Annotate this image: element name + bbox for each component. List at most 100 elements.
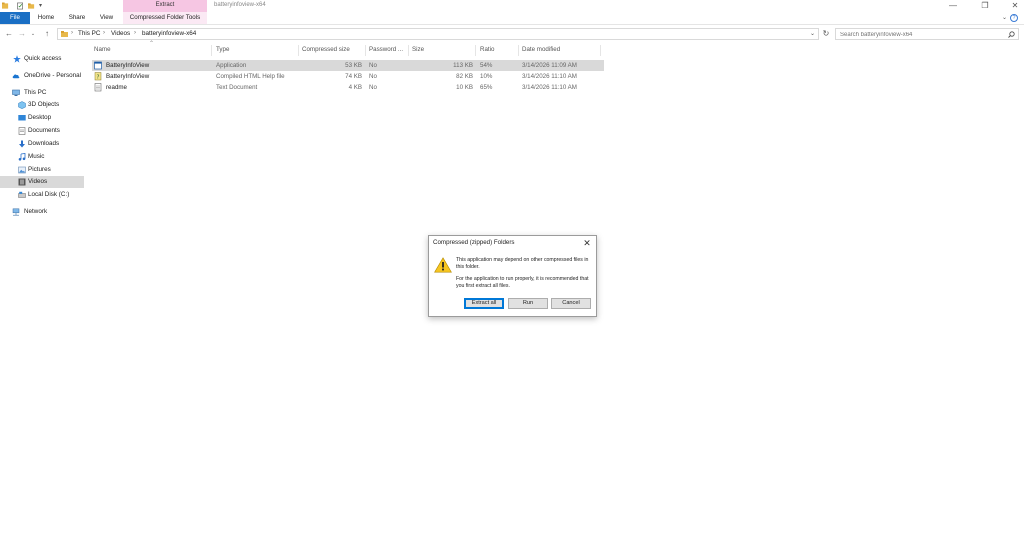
dialog-title: Compressed (zipped) Folders xyxy=(433,239,515,246)
back-button[interactable]: ← xyxy=(4,29,14,39)
column-divider[interactable] xyxy=(600,45,601,56)
new-folder-icon[interactable] xyxy=(28,2,35,10)
column-header-password[interactable]: Password ... xyxy=(369,46,403,56)
nav-item-this-pc[interactable]: This PC xyxy=(0,87,84,99)
window-title: batteryinfoview-x64 xyxy=(214,2,266,8)
breadcrumb-separator: › xyxy=(71,30,73,36)
breadcrumb-separator: › xyxy=(134,30,136,36)
properties-icon[interactable] xyxy=(17,2,24,10)
desktop-icon xyxy=(18,115,26,121)
minimize-button[interactable]: — xyxy=(946,1,960,11)
file-type: Compiled HTML Help file xyxy=(216,73,285,80)
expand-ribbon-icon[interactable]: ⌄ xyxy=(1002,14,1007,21)
nav-label: Quick access xyxy=(24,55,62,62)
tab-home[interactable]: Home xyxy=(32,12,60,24)
file-date: 3/14/2026 11:09 AM xyxy=(522,62,577,69)
nav-item-local-disk[interactable]: Local Disk (C:) xyxy=(0,189,84,201)
search-input[interactable] xyxy=(840,30,1000,39)
nav-label: Downloads xyxy=(28,140,60,147)
refresh-icon[interactable]: ↻ xyxy=(821,29,831,39)
column-header-date-modified[interactable]: Date modified xyxy=(522,46,560,56)
dialog-message-dependency: This application may depend on other com… xyxy=(456,257,589,270)
nav-item-music[interactable]: Music xyxy=(0,151,84,163)
nav-item-documents[interactable]: Documents xyxy=(0,125,84,137)
tab-compressed-folder-tools[interactable]: Compressed Folder Tools xyxy=(123,12,207,24)
search-box[interactable] xyxy=(835,28,1019,40)
column-header-compressed-size[interactable]: Compressed size xyxy=(302,46,350,56)
text-file-icon xyxy=(94,83,102,92)
column-divider[interactable] xyxy=(518,45,519,56)
address-bar[interactable]: › This PC › Videos › batteryinfoview-x64… xyxy=(57,28,819,40)
breadcrumb-this-pc[interactable]: This PC xyxy=(78,30,100,37)
recent-locations-icon[interactable]: ⌄ xyxy=(28,29,38,39)
cube-icon xyxy=(18,101,26,109)
column-divider[interactable] xyxy=(408,45,409,56)
nav-item-3d-objects[interactable]: 3D Objects xyxy=(0,99,84,111)
dialog-title-bar[interactable]: Compressed (zipped) Folders ✕ xyxy=(429,236,596,250)
forward-button[interactable]: → xyxy=(17,29,27,39)
cloud-icon xyxy=(12,74,20,79)
column-divider[interactable] xyxy=(211,45,212,56)
tab-view[interactable]: View xyxy=(93,12,120,24)
column-divider[interactable] xyxy=(298,45,299,56)
breadcrumb-current-folder[interactable]: batteryinfoview-x64 xyxy=(142,30,196,37)
column-header-name[interactable]: Name xyxy=(94,46,111,56)
table-row[interactable]: readme Text Document 4 KB No 10 KB 65% 3… xyxy=(92,82,604,93)
help-icon[interactable]: ? xyxy=(1010,14,1018,22)
up-button[interactable]: ↑ xyxy=(42,29,52,39)
quick-access-dropdown-icon[interactable]: ▾ xyxy=(39,2,42,9)
tab-share[interactable]: Share xyxy=(63,12,91,24)
nav-item-network[interactable]: Network xyxy=(0,206,84,218)
nav-label: Documents xyxy=(28,127,60,134)
column-header-size[interactable]: Size xyxy=(412,46,424,56)
document-icon xyxy=(18,127,26,135)
nav-label: Desktop xyxy=(28,114,52,121)
column-divider[interactable] xyxy=(365,45,366,56)
breadcrumb-videos[interactable]: Videos xyxy=(111,30,130,37)
nav-item-downloads[interactable]: Downloads xyxy=(0,138,84,150)
run-button[interactable]: Run xyxy=(508,298,548,309)
compressed-folders-dialog: Compressed (zipped) Folders ✕ This appli… xyxy=(428,235,597,317)
file-ratio: 10% xyxy=(480,73,493,80)
music-icon xyxy=(18,153,26,161)
nav-label: Local Disk (C:) xyxy=(28,191,70,198)
close-window-button[interactable]: ✕ xyxy=(1008,1,1022,11)
nav-label: Pictures xyxy=(28,166,51,173)
folder-icon xyxy=(2,2,9,9)
tab-file[interactable]: File xyxy=(0,12,30,24)
nav-label: 3D Objects xyxy=(28,101,60,108)
nav-item-onedrive[interactable]: OneDrive - Personal xyxy=(0,70,84,82)
nav-item-quick-access[interactable]: Quick access xyxy=(0,53,84,65)
restore-button[interactable]: ❐ xyxy=(978,1,992,11)
nav-label: Music xyxy=(28,153,45,160)
video-icon xyxy=(18,178,26,186)
file-password: No xyxy=(369,84,377,91)
address-dropdown-icon[interactable]: ⌄ xyxy=(810,30,815,37)
nav-item-pictures[interactable]: Pictures xyxy=(0,164,84,176)
column-header-type[interactable]: Type xyxy=(216,46,229,56)
table-row[interactable]: ? BatteryInfoView Compiled HTML Help fil… xyxy=(92,71,604,82)
dialog-close-button[interactable]: ✕ xyxy=(581,237,593,249)
nav-item-videos[interactable]: Videos xyxy=(0,176,84,188)
dialog-body: This application may depend on other com… xyxy=(429,250,596,316)
cancel-button[interactable]: Cancel xyxy=(551,298,591,309)
nav-item-desktop[interactable]: Desktop xyxy=(0,112,84,124)
file-type: Application xyxy=(216,62,247,69)
file-type: Text Document xyxy=(216,84,258,91)
file-compressed-size: 4 KB xyxy=(348,84,362,91)
extract-all-button[interactable]: Extract all xyxy=(464,298,504,309)
star-icon xyxy=(13,55,21,63)
application-icon xyxy=(94,61,102,70)
table-row[interactable]: BatteryInfoView Application 53 KB No 113… xyxy=(92,60,604,71)
file-password: No xyxy=(369,73,377,80)
picture-icon xyxy=(18,166,26,174)
file-name: BatteryInfoView xyxy=(106,62,150,69)
ribbon-tabs: File Home Share View Compressed Folder T… xyxy=(0,12,1024,25)
file-date: 3/14/2026 11:10 AM xyxy=(522,84,577,91)
column-header-ratio[interactable]: Ratio xyxy=(480,46,494,56)
warning-icon xyxy=(434,257,452,273)
column-divider[interactable] xyxy=(475,45,476,56)
svg-text:?: ? xyxy=(97,75,100,81)
file-password: No xyxy=(369,62,377,69)
navigation-pane: Quick access OneDrive - Personal This PC… xyxy=(0,44,84,534)
